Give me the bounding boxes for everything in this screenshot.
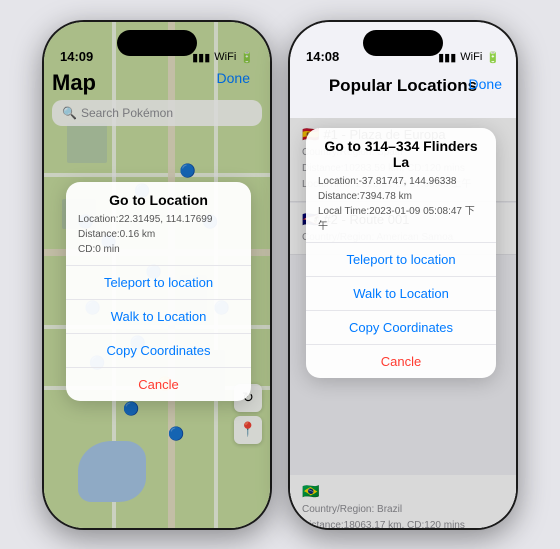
teleport-button-right[interactable]: Teleport to location [306,243,496,277]
popup-info-right: Go to 314–334 Flinders La Location:-37.8… [306,128,496,243]
popup-title-left: Go to Location [78,192,239,208]
copy-coordinates-button-left[interactable]: Copy Coordinates [66,334,251,368]
dynamic-island-left [117,30,197,56]
wifi-icon-r: WiFi [460,51,482,63]
goto-location-popup-right: Go to 314–334 Flinders La Location:-37.8… [306,128,496,378]
time-right: 14:08 [306,49,339,64]
walk-button-left[interactable]: Walk to Location [66,300,251,334]
popup-info-left: Go to Location Location:22.31495, 114.17… [66,182,251,266]
popup-detail-left: Location:22.31495, 114.17699 Distance:0.… [78,212,239,257]
goto-location-popup-left: Go to Location Location:22.31495, 114.17… [66,182,251,401]
phone-right: 14:08 ▮▮▮ WiFi 🔋 Popular Locations Done … [288,20,518,530]
dynamic-island-right [363,30,443,56]
teleport-button-left[interactable]: Teleport to location [66,266,251,300]
battery-icon-r: 🔋 [486,51,500,64]
copy-coordinates-button-right[interactable]: Copy Coordinates [306,311,496,345]
signal-icon-r: ▮▮▮ [438,51,456,64]
list-done-button[interactable]: Done [469,76,502,92]
popup-detail-right: Location:-37.81747, 144.96338 Distance:7… [318,174,484,234]
cancel-button-right[interactable]: Cancle [306,345,496,378]
status-icons-right: ▮▮▮ WiFi 🔋 [438,51,500,64]
phone-left: 14:09 ▮▮▮ WiFi 🔋 🔵 [42,20,272,530]
popup-title-right: Go to 314–334 Flinders La [318,138,484,170]
walk-button-right[interactable]: Walk to Location [306,277,496,311]
cancel-button-left[interactable]: Cancle [66,368,251,401]
locations-list: 🇪🇸 #1 - Plaza de Europa Country/Region: … [290,118,516,528]
list-header: Popular Locations Done [290,70,516,104]
